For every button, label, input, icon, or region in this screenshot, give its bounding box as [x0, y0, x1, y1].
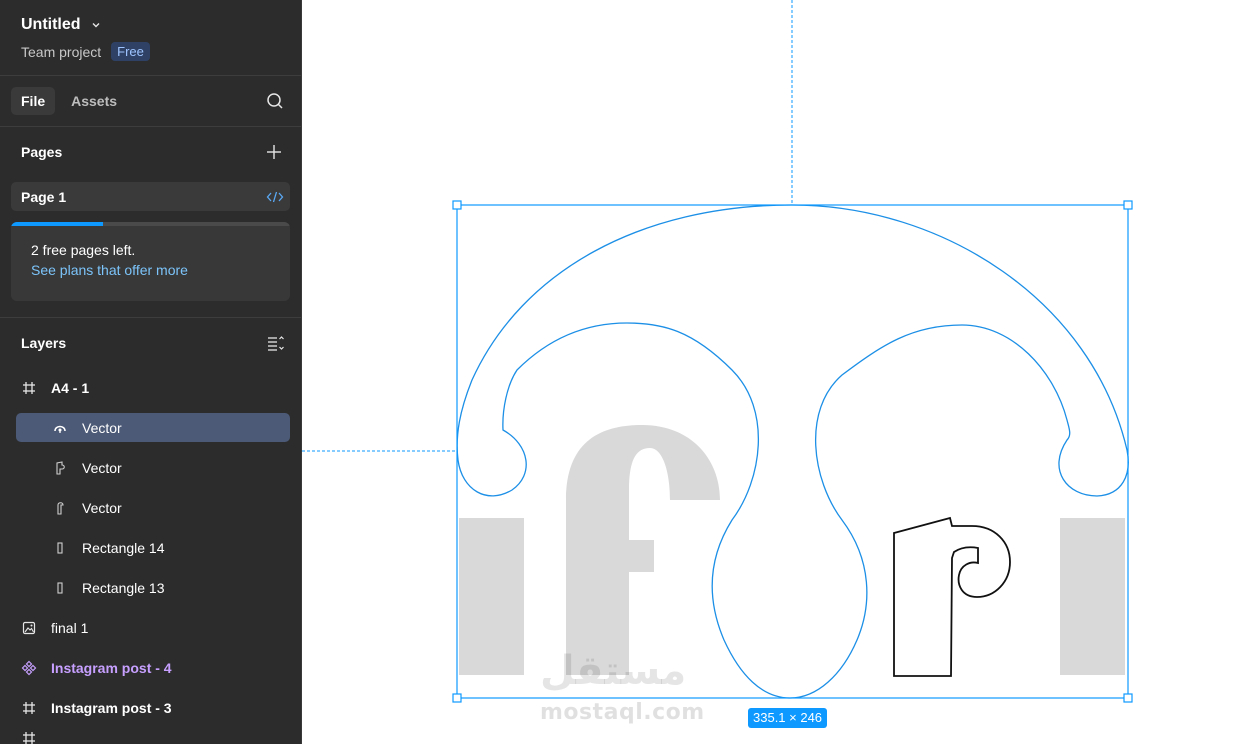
tab-assets[interactable]: Assets: [61, 87, 127, 115]
layer-label: Rectangle 14: [82, 540, 165, 556]
plan-badge: Free: [111, 42, 150, 61]
pages-usage-progress-fill: [11, 222, 104, 226]
chevron-down-icon[interactable]: [91, 20, 101, 30]
resize-handle-bottom-left[interactable]: [452, 693, 462, 703]
layer-row-rectangle-13[interactable]: Rectangle 13: [0, 568, 301, 608]
tab-file[interactable]: File: [11, 87, 56, 115]
layer-label: Vector: [82, 420, 122, 436]
file-title[interactable]: Untitled: [21, 16, 81, 34]
frame-icon: [21, 730, 37, 744]
layer-label: A4 - 1: [51, 380, 90, 396]
free-pages-left-text: 2 free pages left.: [31, 242, 136, 258]
layers-header: Layers: [0, 318, 301, 368]
selected-vector-path[interactable]: [456, 204, 1129, 699]
layers-title: Layers: [21, 335, 67, 351]
layer-label: Vector: [82, 500, 122, 516]
layer-row-instagram-post-3[interactable]: Instagram post - 3: [0, 688, 301, 728]
watermark-arabic: مستقل: [540, 648, 687, 694]
page-item-page-1[interactable]: Page 1: [11, 182, 290, 211]
pages-usage-progress: [11, 222, 290, 226]
layer-row-vector-selected[interactable]: Vector: [0, 408, 301, 448]
layer-row-final-1[interactable]: final 1: [0, 608, 301, 648]
page-item-label: Page 1: [21, 188, 67, 205]
frame-icon: [21, 700, 37, 716]
layer-row-partial[interactable]: [0, 728, 301, 744]
resize-handle-top-left[interactable]: [452, 200, 462, 210]
rectangle-icon: [52, 580, 68, 596]
vector-path-icon: [52, 460, 68, 476]
rectangle-14-shape[interactable]: [1060, 518, 1125, 675]
layer-row-vector[interactable]: Vector: [0, 488, 301, 528]
collapse-layers-icon[interactable]: [267, 335, 285, 351]
selection-bounding-box: [456, 204, 1129, 699]
pages-header: Pages: [0, 127, 301, 177]
see-plans-link[interactable]: See plans that offer more: [31, 262, 270, 278]
search-icon[interactable]: [265, 91, 285, 111]
resize-handle-top-right[interactable]: [1123, 200, 1133, 210]
watermark-url: mostaql.com: [540, 700, 705, 725]
layer-row-vector[interactable]: Vector: [0, 448, 301, 488]
vector-pen-icon: [52, 420, 68, 436]
left-sidebar: Untitled Team project Free File Assets P…: [0, 0, 302, 744]
layer-label: Rectangle 13: [82, 580, 165, 596]
layer-row-a4-1[interactable]: A4 - 1: [0, 368, 301, 408]
layer-row-instagram-post-4[interactable]: Instagram post - 4: [0, 648, 301, 688]
resize-handle-bottom-right[interactable]: [1123, 693, 1133, 703]
vector-path-icon: [52, 500, 68, 516]
frame-icon: [21, 380, 37, 396]
file-title-row[interactable]: Untitled: [21, 14, 280, 36]
rectangle-icon: [52, 540, 68, 556]
sidebar-tabs: File Assets: [0, 76, 301, 127]
rectangle-13-shape[interactable]: [459, 518, 524, 675]
layer-row-rectangle-14[interactable]: Rectangle 14: [0, 528, 301, 568]
layer-label: Instagram post - 4: [51, 660, 172, 676]
dimension-badge: 335.1 × 246: [748, 708, 828, 728]
project-name[interactable]: Team project: [21, 44, 101, 60]
layer-label: Instagram post - 3: [51, 700, 172, 716]
image-icon: [21, 620, 37, 636]
component-icon: [21, 660, 37, 676]
add-page-icon[interactable]: [266, 144, 282, 160]
letter-f-shape[interactable]: [566, 425, 720, 675]
design-canvas[interactable]: مستقل mostaql.com 335.1 × 246: [302, 0, 1233, 744]
upgrade-plan-card: 2 free pages left. See plans that offer …: [11, 222, 290, 301]
layer-label: Vector: [82, 460, 122, 476]
layer-label: final 1: [51, 620, 89, 636]
canvas-artwork[interactable]: [302, 0, 1233, 744]
pages-title: Pages: [21, 144, 63, 160]
letter-p-outline[interactable]: [893, 516, 1011, 677]
dev-mode-code-icon[interactable]: [266, 190, 284, 204]
file-header: Untitled Team project Free: [0, 0, 301, 76]
